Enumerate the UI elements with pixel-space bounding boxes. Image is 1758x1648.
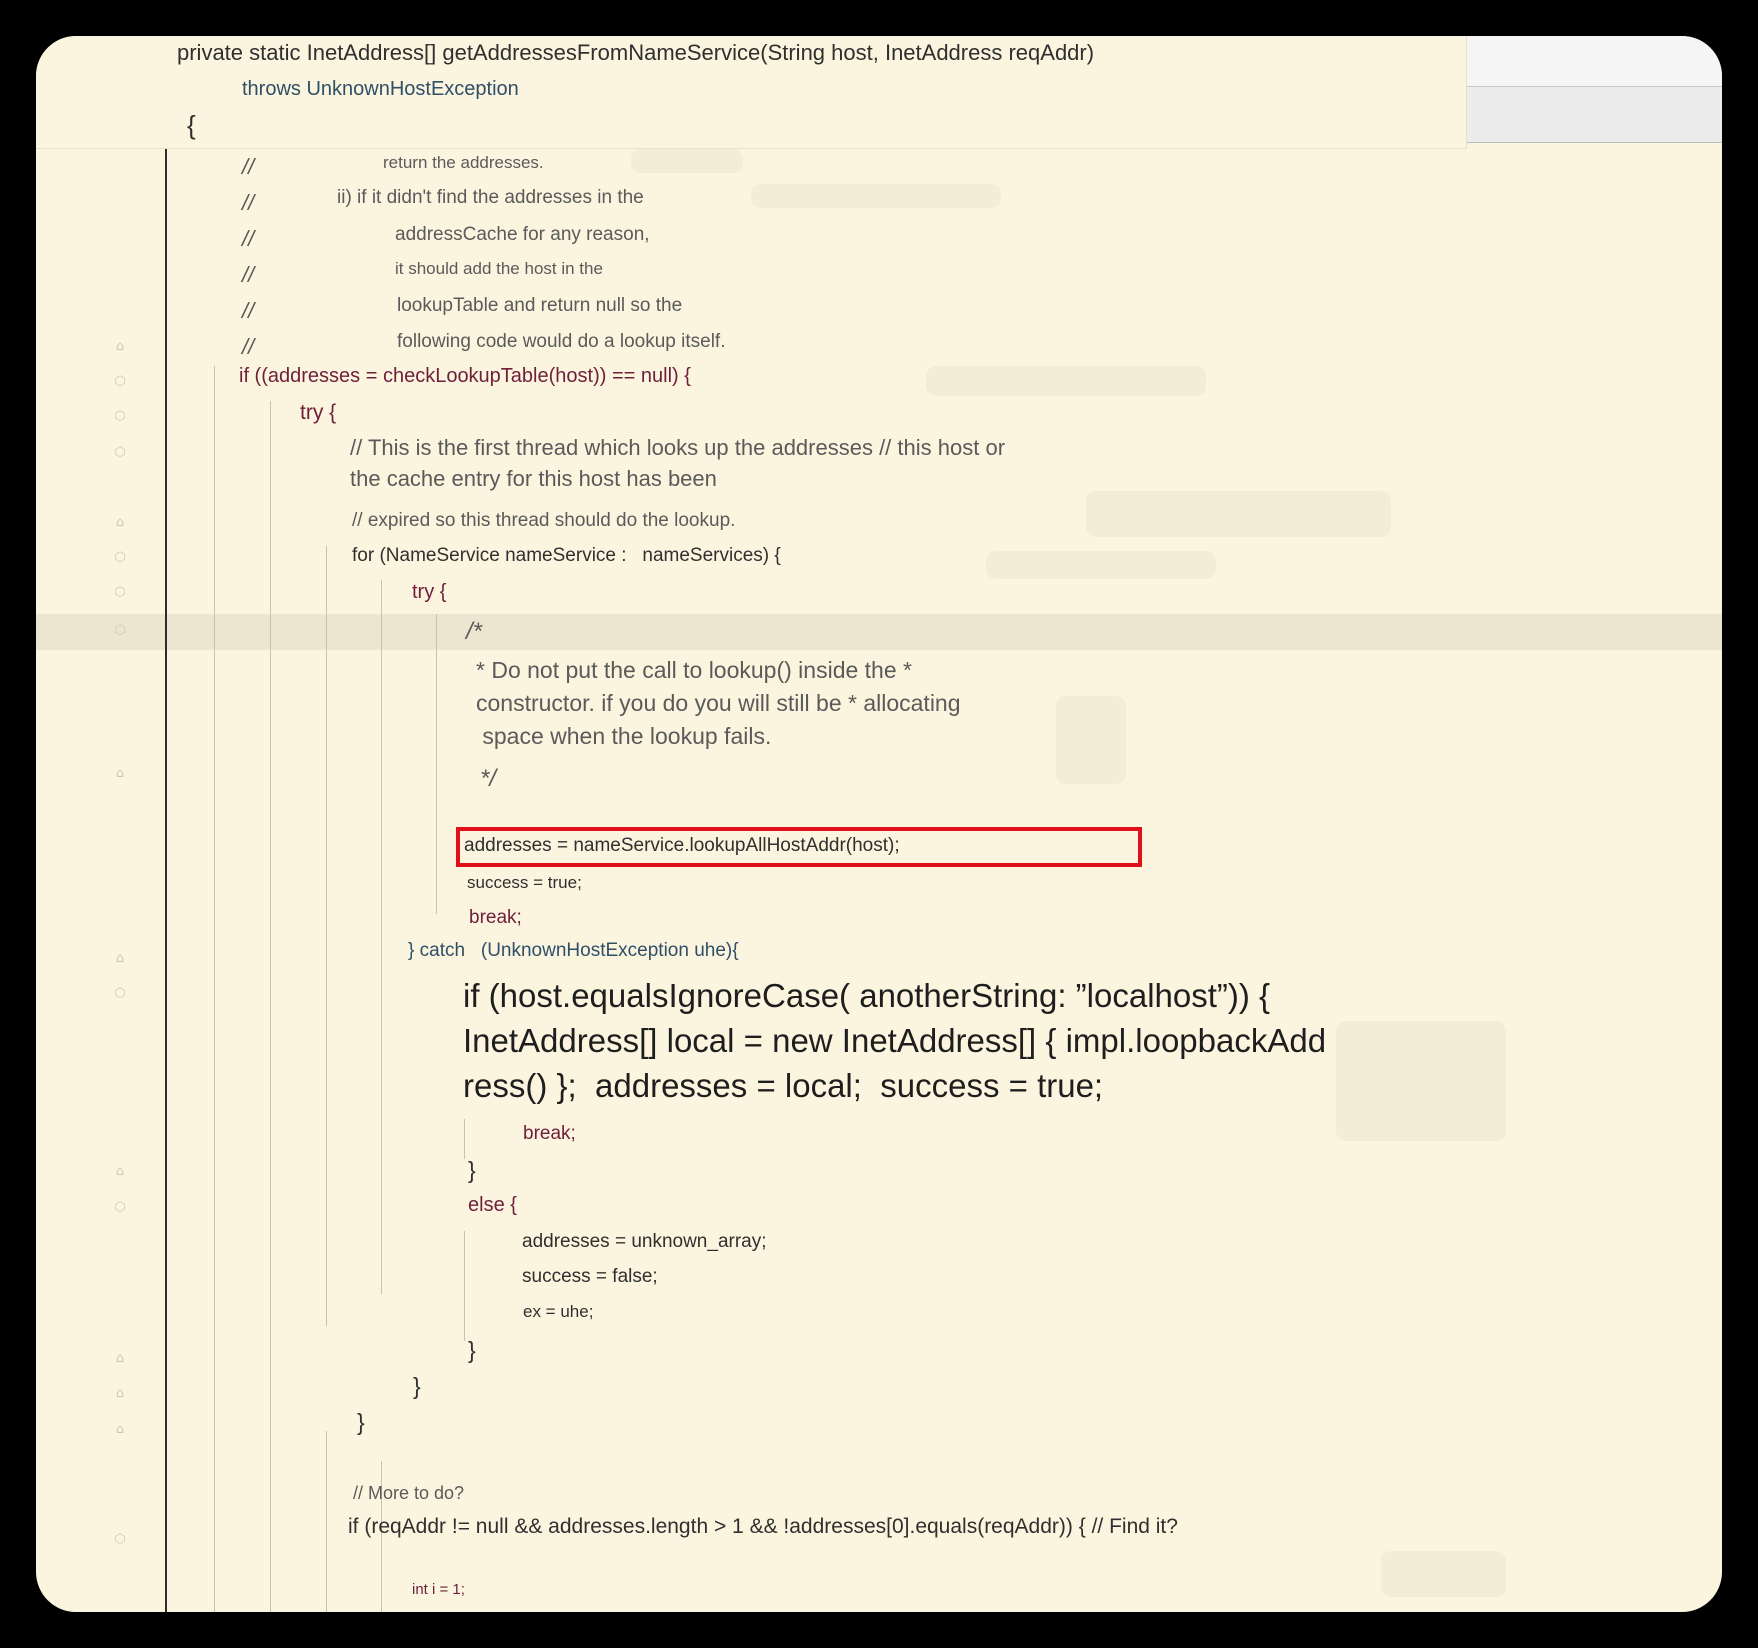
- indent-guide: [326, 1431, 327, 1612]
- if-req-addr-line[interactable]: if (reqAddr != null && addresses.length …: [348, 1516, 1178, 1537]
- fold-marker-icon[interactable]: ⌂: [113, 1165, 127, 1179]
- break-statement[interactable]: break;: [469, 908, 522, 927]
- catch-line[interactable]: } catch (UnknownHostException uhe){: [408, 941, 739, 960]
- method-open-brace: {: [187, 110, 196, 140]
- comment-more-to-do: // More to do?: [353, 1483, 465, 1503]
- localhost-check-line1[interactable]: if (host.equalsIgnoreCase( anotherString…: [463, 979, 1270, 1012]
- close-brace: }: [468, 1157, 476, 1183]
- comment-text: ii) if it didn't find the addresses in t…: [337, 187, 644, 208]
- indent-guide: [464, 1231, 465, 1341]
- blurred-region: [751, 184, 1001, 208]
- fold-marker-icon[interactable]: ⌂: [113, 952, 127, 966]
- fold-marker-icon[interactable]: ⌂: [113, 340, 127, 354]
- break-statement[interactable]: break;: [523, 1124, 576, 1143]
- comment-slash: //: [242, 190, 255, 215]
- blurred-region: [986, 551, 1216, 579]
- else-line[interactable]: else {: [468, 1195, 517, 1215]
- try-inner[interactable]: try {: [412, 582, 446, 602]
- fold-marker-icon[interactable]: ⬡: [113, 375, 127, 389]
- fold-marker-icon[interactable]: ⌂: [113, 1352, 127, 1366]
- if-check-lookup-table[interactable]: if ((addresses = checkLookupTable(host))…: [239, 366, 691, 386]
- close-brace: }: [413, 1373, 421, 1399]
- comment-text: following code would do a lookup itself.: [397, 331, 726, 352]
- addresses-unknown-line[interactable]: addresses = unknown_array;: [522, 1232, 767, 1251]
- localhost-check-line2[interactable]: InetAddress[] local = new InetAddress[] …: [463, 1024, 1326, 1057]
- block-comment-line3: space when the lookup fails.: [476, 723, 772, 749]
- close-brace: }: [357, 1409, 365, 1435]
- fold-marker-icon[interactable]: ⌂: [113, 1387, 127, 1401]
- block-comment-open: /*: [466, 618, 483, 645]
- method-body-guide: [165, 136, 167, 1612]
- indent-guide: [436, 614, 437, 914]
- comment-slash: //: [242, 226, 255, 251]
- indent-guide: [464, 1119, 465, 1159]
- block-comment-close: */: [480, 765, 497, 792]
- comment-slash: //: [242, 262, 255, 287]
- comment-first-thread-line1: // This is the first thread which looks …: [350, 435, 1006, 460]
- blurred-region: [926, 366, 1206, 396]
- fold-marker-icon[interactable]: ⬡: [113, 586, 127, 600]
- comment-text: return the addresses.: [383, 153, 544, 172]
- comment-text: lookupTable and return null so the: [397, 295, 683, 316]
- fold-marker-icon[interactable]: ⬡: [113, 1533, 127, 1547]
- comment-slash: //: [242, 154, 255, 179]
- comment-first-thread-line2: the cache entry for this host has been: [350, 466, 717, 491]
- method-signature[interactable]: private static InetAddress[] getAddresse…: [177, 42, 1094, 64]
- comment-text: addressCache for any reason,: [395, 224, 650, 245]
- for-name-services[interactable]: for (NameService nameService : nameServi…: [352, 546, 781, 565]
- lookup-all-host-addr-line[interactable]: addresses = nameService.lookupAllHostAdd…: [464, 836, 900, 855]
- close-brace: }: [468, 1337, 476, 1363]
- blurred-region: [1381, 1551, 1506, 1597]
- fold-marker-icon[interactable]: ⬡: [113, 410, 127, 424]
- fold-marker-icon[interactable]: ⬡: [113, 1201, 127, 1215]
- comment-slash: //: [242, 334, 255, 359]
- block-comment-line1: * Do not put the call to lookup() inside…: [476, 657, 912, 683]
- code-editor-window: ⌂ ⬡ ⬡ ⬡ ⌂ ⬡ ⬡ ⬡ ⌂ ⌂ ⬡ ⌂ ⬡ ⌂ ⌂ ⌂ ⬡ privat…: [36, 36, 1722, 1612]
- success-true-line[interactable]: success = true;: [467, 874, 582, 891]
- comment-slash: //: [242, 298, 255, 323]
- indent-guide: [214, 366, 215, 1612]
- fold-marker-icon[interactable]: ⌂: [113, 767, 127, 781]
- comment-text: it should add the host in the: [395, 259, 603, 278]
- current-line-highlight: [36, 614, 1722, 650]
- blurred-region: [631, 149, 743, 173]
- indent-guide: [326, 546, 327, 1326]
- localhost-check-line3[interactable]: ress() }; addresses = local; success = t…: [463, 1069, 1103, 1102]
- ex-uhe-line[interactable]: ex = uhe;: [523, 1303, 593, 1320]
- indent-guide: [270, 401, 271, 1612]
- indent-guide: [381, 580, 382, 1294]
- success-false-line[interactable]: success = false;: [522, 1267, 658, 1286]
- blurred-region: [1086, 491, 1391, 537]
- fold-marker-icon[interactable]: ⬡: [113, 987, 127, 1001]
- throws-clause[interactable]: throws UnknownHostException: [242, 79, 519, 99]
- comment-expired: // expired so this thread should do the …: [352, 510, 736, 531]
- editor-tab-strip-secondary[interactable]: [1466, 87, 1722, 143]
- fold-marker-icon[interactable]: ⌂: [113, 1423, 127, 1437]
- try-outer[interactable]: try {: [300, 402, 336, 423]
- fold-marker-icon[interactable]: ⌂: [113, 516, 127, 530]
- blurred-region: [1336, 1021, 1506, 1141]
- fold-marker-icon[interactable]: ⬡: [113, 551, 127, 565]
- editor-tab-strip[interactable]: [1466, 36, 1722, 87]
- int-i-line[interactable]: int i = 1;: [412, 1582, 465, 1597]
- blurred-region: [1056, 696, 1126, 784]
- fold-marker-icon[interactable]: ⬡: [113, 446, 127, 460]
- fold-marker-icon[interactable]: ⬡: [113, 624, 127, 638]
- block-comment-line2: constructor. if you do you will still be…: [476, 690, 961, 716]
